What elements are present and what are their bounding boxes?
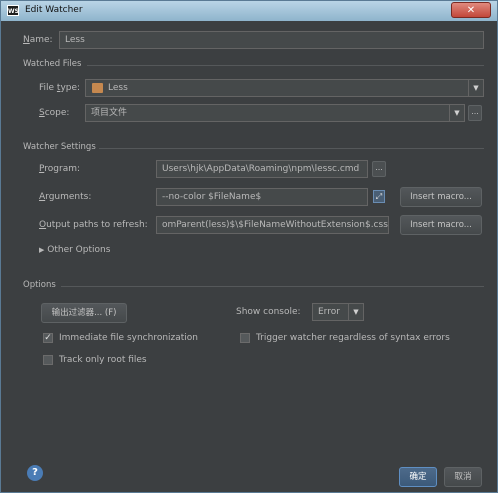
- show-console-label: Show console:: [236, 307, 301, 317]
- less-file-icon: [92, 83, 103, 93]
- chevron-down-icon[interactable]: ▼: [348, 304, 363, 320]
- program-field[interactable]: Users\hjk\AppData\Roaming\npm\lessc.cmd: [156, 160, 368, 178]
- watcher-settings-section-title: Watcher Settings: [23, 142, 96, 152]
- trigger-watcher-checkbox[interactable]: [240, 333, 250, 343]
- file-type-label: File type:: [39, 83, 81, 93]
- options-section-title: Options: [23, 280, 56, 290]
- arguments-insert-macro-button[interactable]: Insert macro...: [400, 187, 482, 207]
- other-options-toggle[interactable]: ▶ Other Options: [39, 245, 110, 255]
- show-console-value: Error: [318, 307, 340, 317]
- track-root-checkbox[interactable]: [43, 355, 53, 365]
- scope-select[interactable]: 项目文件 ▼: [85, 104, 465, 122]
- name-label: Name:: [23, 35, 53, 45]
- cancel-button[interactable]: 取消: [444, 467, 482, 487]
- trigger-watcher-label: Trigger watcher regardless of syntax err…: [256, 333, 450, 343]
- immediate-sync-checkbox[interactable]: ✓: [43, 333, 53, 343]
- triangle-right-icon: ▶: [39, 246, 45, 254]
- arguments-field[interactable]: --no-color $FileName$: [156, 188, 368, 206]
- close-button[interactable]: ✕: [451, 2, 491, 18]
- other-options-label: Other Options: [47, 245, 111, 255]
- program-browse-button[interactable]: ...: [372, 161, 386, 177]
- name-field[interactable]: Less: [59, 31, 484, 49]
- output-paths-label: Output paths to refresh:: [39, 220, 148, 230]
- expand-icon[interactable]: ⤢: [373, 190, 385, 203]
- edit-watcher-dialog: WS Edit Watcher ✕ Name: Less Watched Fil…: [0, 0, 498, 493]
- title-bar: WS Edit Watcher ✕: [1, 1, 497, 21]
- file-type-select[interactable]: Less ▼: [85, 79, 484, 97]
- watcher-settings-divider: [99, 148, 484, 149]
- options-divider: [61, 286, 484, 287]
- webstorm-app-icon: WS: [7, 5, 19, 16]
- show-console-select[interactable]: Error ▼: [312, 303, 364, 321]
- watched-files-divider: [87, 65, 484, 66]
- arguments-label: Arguments:: [39, 192, 92, 202]
- ok-button[interactable]: 确定: [399, 467, 437, 487]
- scope-browse-button[interactable]: ...: [468, 105, 482, 121]
- watched-files-section-title: Watched Files: [23, 59, 82, 69]
- output-filters-button[interactable]: 输出过滤器... (F): [41, 303, 127, 323]
- chevron-down-icon[interactable]: ▼: [468, 80, 483, 96]
- program-label: Program:: [39, 164, 81, 174]
- scope-label: Scope:: [39, 108, 70, 118]
- track-root-label: Track only root files: [59, 355, 147, 365]
- immediate-sync-label: Immediate file synchronization: [59, 333, 199, 343]
- window-title: Edit Watcher: [25, 5, 83, 15]
- output-paths-field[interactable]: omParent(less)$\$FileNameWithoutExtensio…: [156, 216, 389, 234]
- scope-value: 项目文件: [91, 108, 128, 118]
- help-icon[interactable]: ?: [27, 465, 43, 481]
- chevron-down-icon[interactable]: ▼: [449, 105, 464, 121]
- output-paths-insert-macro-button[interactable]: Insert macro...: [400, 215, 482, 235]
- file-type-value: Less: [108, 83, 128, 93]
